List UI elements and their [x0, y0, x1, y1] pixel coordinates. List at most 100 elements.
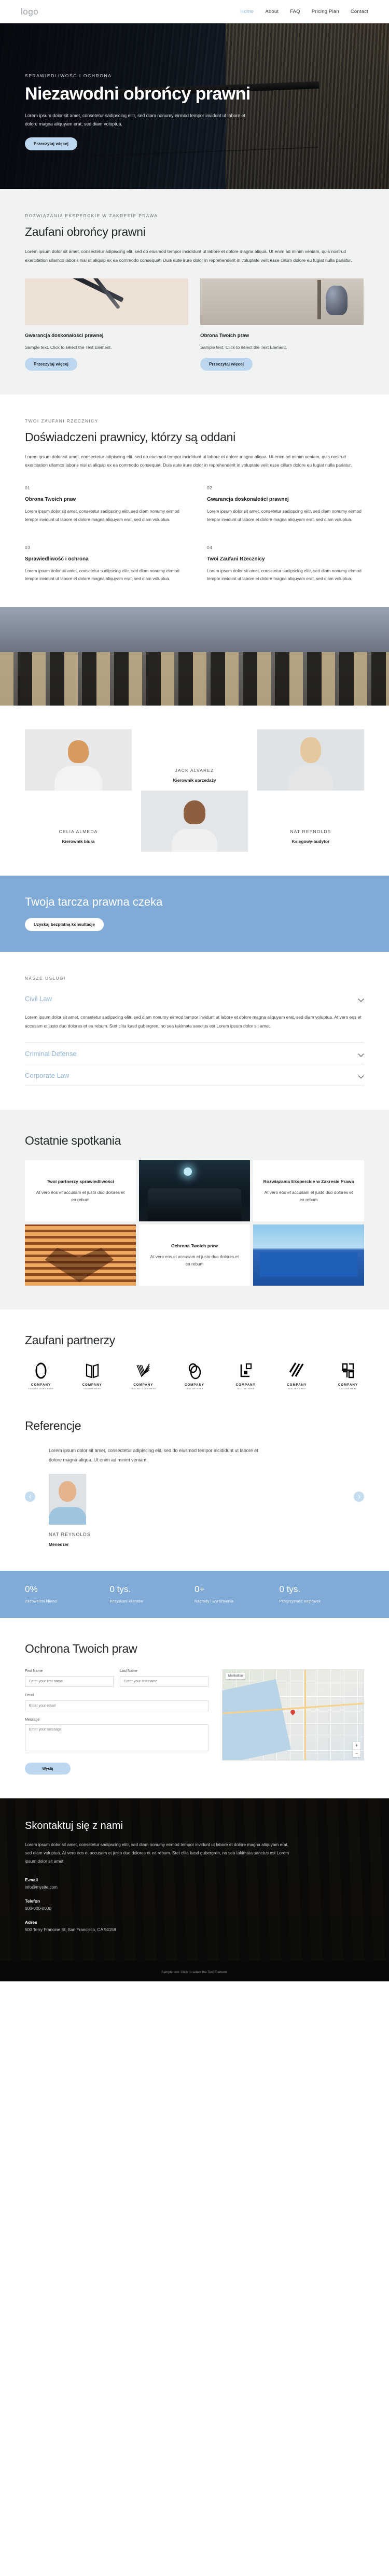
blocks-mark-icon: [341, 1363, 354, 1378]
chevron-left-icon: [29, 1495, 33, 1499]
meeting-text: At vero eos et accusam et justo duo dolo…: [264, 1189, 353, 1203]
team-member-role: Kierownik sprzedaży: [173, 778, 216, 783]
stat-label: Pozyskani klientów: [109, 1600, 144, 1604]
meeting-text: At vero eos et accusam et justo duo dolo…: [36, 1189, 125, 1203]
footer-contact-address: Adres 500 Terry Francine St, San Francis…: [25, 1920, 364, 1932]
partner-logo[interactable]: COMPANY TAGLINE HERE: [332, 1362, 364, 1390]
chevron-down-icon[interactable]: [358, 1051, 364, 1057]
map-road-vertical: [304, 1670, 306, 1761]
partner-name: COMPANY: [235, 1383, 256, 1387]
partner-logo[interactable]: COMPANY TAGLINE HERE: [76, 1362, 108, 1390]
footer-description: Lorem ipsum dolor sit amet, consetetur s…: [25, 1842, 289, 1864]
corner-squares-mark-icon: [240, 1363, 252, 1377]
stat-value: 0%: [25, 1584, 38, 1595]
footer-email-value[interactable]: info@mysite.com: [25, 1885, 364, 1890]
testimonial-next-button[interactable]: [354, 1491, 364, 1502]
contact-row: First Name Last Name Email Message: [25, 1669, 364, 1775]
email-input[interactable]: [25, 1700, 209, 1712]
chevron-down-icon[interactable]: [358, 996, 364, 1002]
team-member: JACK ALVAREZ Kierownik sprzedaży: [141, 729, 248, 791]
first-name-label: First Name: [25, 1669, 43, 1673]
team-member-role: Księgowy-audytor: [291, 839, 330, 844]
accordion-header[interactable]: Corporate Law: [25, 1064, 364, 1086]
nav-item-faq[interactable]: FAQ: [290, 9, 300, 15]
partner-tagline: TAGLINE HERE: [185, 1388, 204, 1390]
about-card-read-more-button[interactable]: Przeczytaj więcej: [25, 357, 78, 371]
expert-item-text: Lorem ipsum dolor sit amet, consetetur s…: [207, 509, 362, 522]
partner-logo[interactable]: COMPANY TAGLINE HERE: [178, 1362, 211, 1390]
first-name-input[interactable]: [25, 1676, 114, 1687]
about-title: Zaufani obrońcy prawni: [25, 225, 146, 238]
services-eyebrow: NASZE USŁUGI: [25, 976, 66, 981]
chevron-down-icon[interactable]: [358, 1073, 364, 1078]
police-night-photo: [139, 1160, 250, 1221]
diagonal-lines-mark-icon: [289, 1362, 304, 1377]
footer-email-label: E-mail: [25, 1877, 38, 1882]
accordion-item-criminal-defense[interactable]: Criminal Defense: [25, 1043, 364, 1064]
bearded-man-photo: [25, 729, 132, 791]
accordion-header[interactable]: Civil Law: [25, 988, 364, 1009]
hero-eyebrow: SPRAWIEDLIWOŚĆ I OCHRONA: [25, 73, 112, 78]
about-cards: Gwarancja doskonałości prawnej Sample te…: [25, 278, 364, 371]
stat-item: 0 tys. Przejrzystość nagłówek: [280, 1584, 365, 1603]
contact-title: Ochrona Twoich praw: [25, 1642, 137, 1656]
chevron-right-icon: [356, 1495, 360, 1499]
expert-item-number: 02: [207, 485, 213, 490]
accordion-body: Lorem ipsum dolor sit amet, consetetur s…: [25, 1015, 362, 1029]
map-zoom-out-button[interactable]: −: [353, 1750, 360, 1757]
nav-item-about[interactable]: About: [265, 9, 279, 15]
partners-section: Zaufani partnerzy COMPANY TAGLINE GOES H…: [0, 1310, 389, 1414]
footer-title: Skontaktuj się z nami: [25, 1820, 123, 1832]
map-zoom-in-button[interactable]: +: [353, 1742, 360, 1750]
free-consultation-button[interactable]: Uzyskaj bezpłatną konsultację: [25, 918, 104, 931]
footer-address-label: Adres: [25, 1919, 37, 1925]
accordion-title: Criminal Defense: [25, 1050, 77, 1058]
about-card-read-more-button[interactable]: Przeczytaj więcej: [200, 357, 253, 371]
partner-logo[interactable]: COMPANY TAGLINE GOES HERE: [25, 1362, 57, 1390]
about-card: Gwarancja doskonałości prawnej Sample te…: [25, 278, 188, 371]
meetings-title: Ostatnie spotkania: [25, 1134, 121, 1147]
nav-item-home[interactable]: Home: [240, 9, 254, 15]
footer-contact-phone: Telefon 000-000-0000: [25, 1898, 364, 1911]
expert-item-text: Lorem ipsum dolor sit amet, consetetur s…: [25, 509, 179, 522]
partner-logo[interactable]: COMPANY TAGLINE GOES HERE: [127, 1362, 159, 1390]
accordion-header[interactable]: Criminal Defense: [25, 1043, 364, 1064]
accordion-item-civil-law[interactable]: Civil Law Lorem ipsum dolor sit amet, co…: [25, 988, 364, 1043]
message-input[interactable]: [25, 1724, 209, 1752]
meeting-text-cell: Twoi partnerzy sprawiedliwości At vero e…: [25, 1160, 136, 1221]
circles-mark-icon: [188, 1363, 201, 1380]
hero-description: Lorem ipsum dolor sit amet, consetetur s…: [25, 112, 245, 126]
footer-copyright-text: Sample text. Click to select the Text El…: [161, 1970, 228, 1974]
partner-name: COMPANY: [287, 1383, 307, 1387]
partner-tagline: TAGLINE HERE: [83, 1388, 101, 1390]
lady-justice-image: [200, 278, 364, 325]
meetings-grid: Twoi partnerzy sprawiedliwości At vero e…: [25, 1160, 364, 1286]
submit-button[interactable]: Wyślij: [25, 1763, 71, 1775]
main-nav: Home About FAQ Pricing Plan Contact: [240, 9, 368, 15]
accordion-item-corporate-law[interactable]: Corporate Law: [25, 1064, 364, 1086]
about-card-title: Obrona Twoich praw: [200, 332, 249, 339]
last-name-input[interactable]: [120, 1676, 209, 1687]
nav-item-pricing-plan[interactable]: Pricing Plan: [312, 9, 339, 15]
nav-item-contact[interactable]: Contact: [351, 9, 368, 15]
footer-phone-value[interactable]: 000-000-0000: [25, 1906, 364, 1911]
map-zoom-controls[interactable]: + −: [353, 1742, 360, 1757]
testimonial-prev-button[interactable]: [25, 1491, 35, 1502]
about-description: Lorem ipsum dolor sit amet, consectetur …: [25, 249, 352, 263]
location-map[interactable]: Manhattan + −: [222, 1669, 364, 1761]
partner-name: COMPANY: [184, 1383, 205, 1387]
first-name-field-wrap: First Name: [25, 1669, 114, 1687]
open-book-mark-icon: [86, 1363, 99, 1378]
partner-tagline: TAGLINE HERE: [288, 1388, 306, 1390]
logo[interactable]: logo: [21, 7, 38, 17]
team-member-role: Kierownik biura: [62, 839, 95, 844]
contact-section: Ochrona Twoich praw First Name Last Name: [0, 1618, 389, 1799]
stat-value: 0 tys.: [279, 1584, 301, 1595]
hero-read-more-button[interactable]: Przeczytaj więcej: [25, 137, 78, 151]
expert-item: 04 Twoi Zaufani Rzecznicy Lorem ipsum do…: [207, 545, 364, 584]
experts-section: TWOI ZAUFANI RZECZNICY Doświadczeni praw…: [0, 394, 389, 607]
partner-logo[interactable]: COMPANY TAGLINE HERE: [230, 1362, 262, 1390]
partner-logo[interactable]: COMPANY TAGLINE HERE: [281, 1362, 313, 1390]
about-eyebrow: ROZWIĄZANIA EKSPERCKIE W ZAKRESIE PRAWA: [25, 213, 158, 218]
team-member-name: NAT REYNOLDS: [290, 829, 331, 834]
